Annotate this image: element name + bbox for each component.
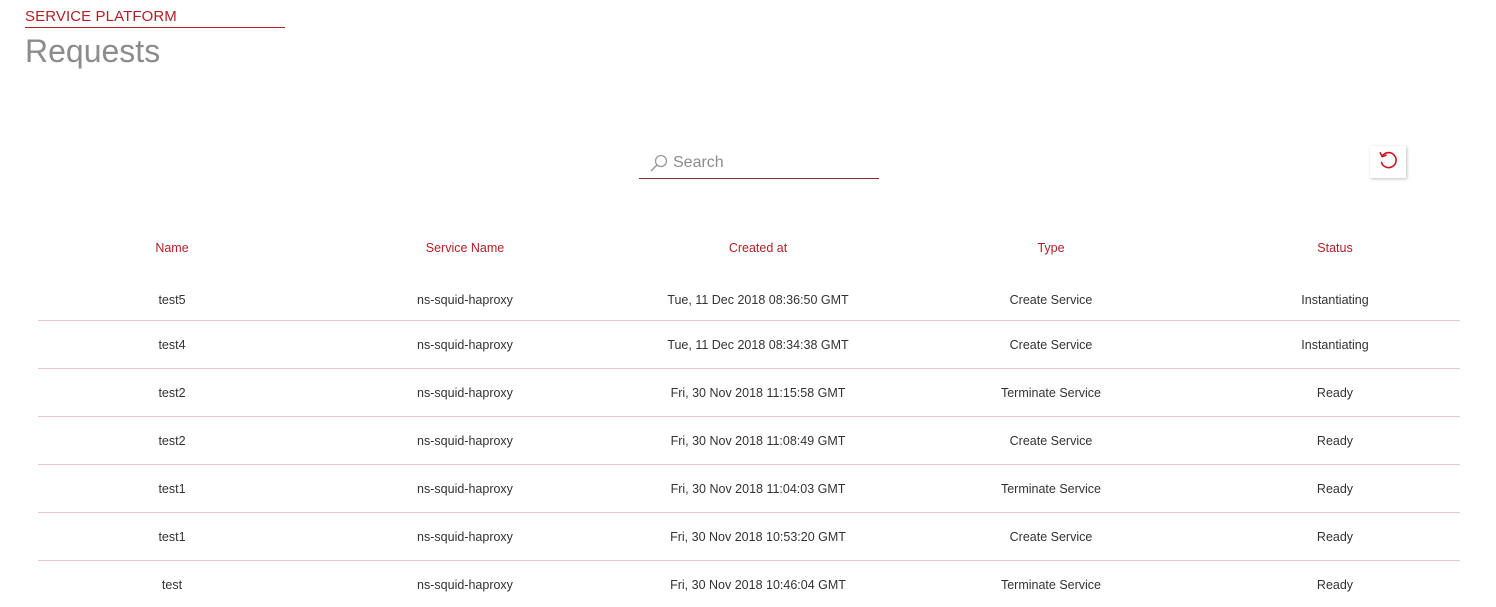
cell-type: Terminate Service: [1000, 481, 1102, 496]
cell-service-name: ns-squid-haproxy: [417, 433, 513, 448]
column-header-created-at[interactable]: Created at: [624, 241, 892, 255]
requests-page: SERVICE PLATFORM Requests Name Service N…: [0, 0, 1496, 607]
search-box[interactable]: [639, 148, 879, 179]
table-row[interactable]: test4 ns-squid-haproxy Tue, 11 Dec 2018 …: [38, 321, 1460, 369]
cell-status: Ready: [1316, 481, 1354, 496]
cell-name: test: [161, 577, 183, 592]
table-row[interactable]: test2 ns-squid-haproxy Fri, 30 Nov 2018 …: [38, 369, 1460, 417]
cell-created-at: Fri, 30 Nov 2018 11:04:03 GMT: [670, 481, 846, 496]
column-header-status[interactable]: Status: [1210, 241, 1460, 255]
cell-type: Terminate Service: [1000, 577, 1102, 592]
page-title: Requests: [25, 33, 161, 69]
cell-service-name: ns-squid-haproxy: [417, 481, 513, 496]
cell-name: test2: [158, 433, 186, 448]
table-row[interactable]: test5 ns-squid-haproxy Tue, 11 Dec 2018 …: [38, 280, 1460, 321]
cell-type: Create Service: [1009, 337, 1093, 352]
search-input[interactable]: [673, 154, 873, 172]
column-header-name[interactable]: Name: [38, 241, 306, 255]
cell-status: Ready: [1316, 433, 1354, 448]
cell-service-name: ns-squid-haproxy: [417, 337, 513, 352]
cell-name: test1: [158, 481, 186, 496]
column-header-service-name[interactable]: Service Name: [306, 241, 624, 255]
cell-type: Create Service: [1009, 433, 1093, 448]
refresh-button[interactable]: [1370, 146, 1406, 178]
cell-status: Ready: [1316, 577, 1354, 592]
cell-status: Ready: [1316, 529, 1354, 544]
table-row[interactable]: test1 ns-squid-haproxy Fri, 30 Nov 2018 …: [38, 513, 1460, 561]
cell-service-name: ns-squid-haproxy: [417, 529, 513, 544]
cell-status: Instantiating: [1301, 337, 1369, 352]
refresh-icon: [1377, 149, 1399, 176]
cell-service-name: ns-squid-haproxy: [417, 293, 513, 307]
cell-created-at: Fri, 30 Nov 2018 11:15:58 GMT: [670, 385, 846, 400]
cell-created-at: Fri, 30 Nov 2018 10:46:04 GMT: [670, 577, 846, 592]
cell-created-at: Fri, 30 Nov 2018 11:08:49 GMT: [670, 433, 846, 448]
cell-name: test1: [158, 529, 186, 544]
cell-service-name: ns-squid-haproxy: [417, 577, 513, 592]
table-body: test5 ns-squid-haproxy Tue, 11 Dec 2018 …: [38, 280, 1460, 607]
cell-type: Create Service: [1009, 293, 1093, 307]
cell-created-at: Fri, 30 Nov 2018 10:53:20 GMT: [670, 529, 846, 544]
cell-service-name: ns-squid-haproxy: [417, 385, 513, 400]
cell-name: test5: [158, 293, 186, 307]
table-row[interactable]: test2 ns-squid-haproxy Fri, 30 Nov 2018 …: [38, 417, 1460, 465]
cell-created-at: Tue, 11 Dec 2018 08:34:38 GMT: [667, 337, 849, 352]
cell-type: Terminate Service: [1000, 385, 1102, 400]
table-row[interactable]: test1 ns-squid-haproxy Fri, 30 Nov 2018 …: [38, 465, 1460, 513]
table-header-row: Name Service Name Created at Type Status: [38, 232, 1460, 264]
cell-status: Instantiating: [1301, 293, 1369, 307]
table-row[interactable]: test ns-squid-haproxy Fri, 30 Nov 2018 1…: [38, 561, 1460, 607]
requests-table: Name Service Name Created at Type Status…: [38, 232, 1460, 607]
cell-name: test2: [158, 385, 186, 400]
breadcrumb[interactable]: SERVICE PLATFORM: [25, 8, 285, 28]
cell-status: Ready: [1316, 385, 1354, 400]
cell-type: Create Service: [1009, 529, 1093, 544]
search-icon: [649, 153, 669, 173]
cell-name: test4: [158, 337, 186, 352]
column-header-type[interactable]: Type: [892, 241, 1210, 255]
cell-created-at: Tue, 11 Dec 2018 08:36:50 GMT: [667, 293, 849, 307]
